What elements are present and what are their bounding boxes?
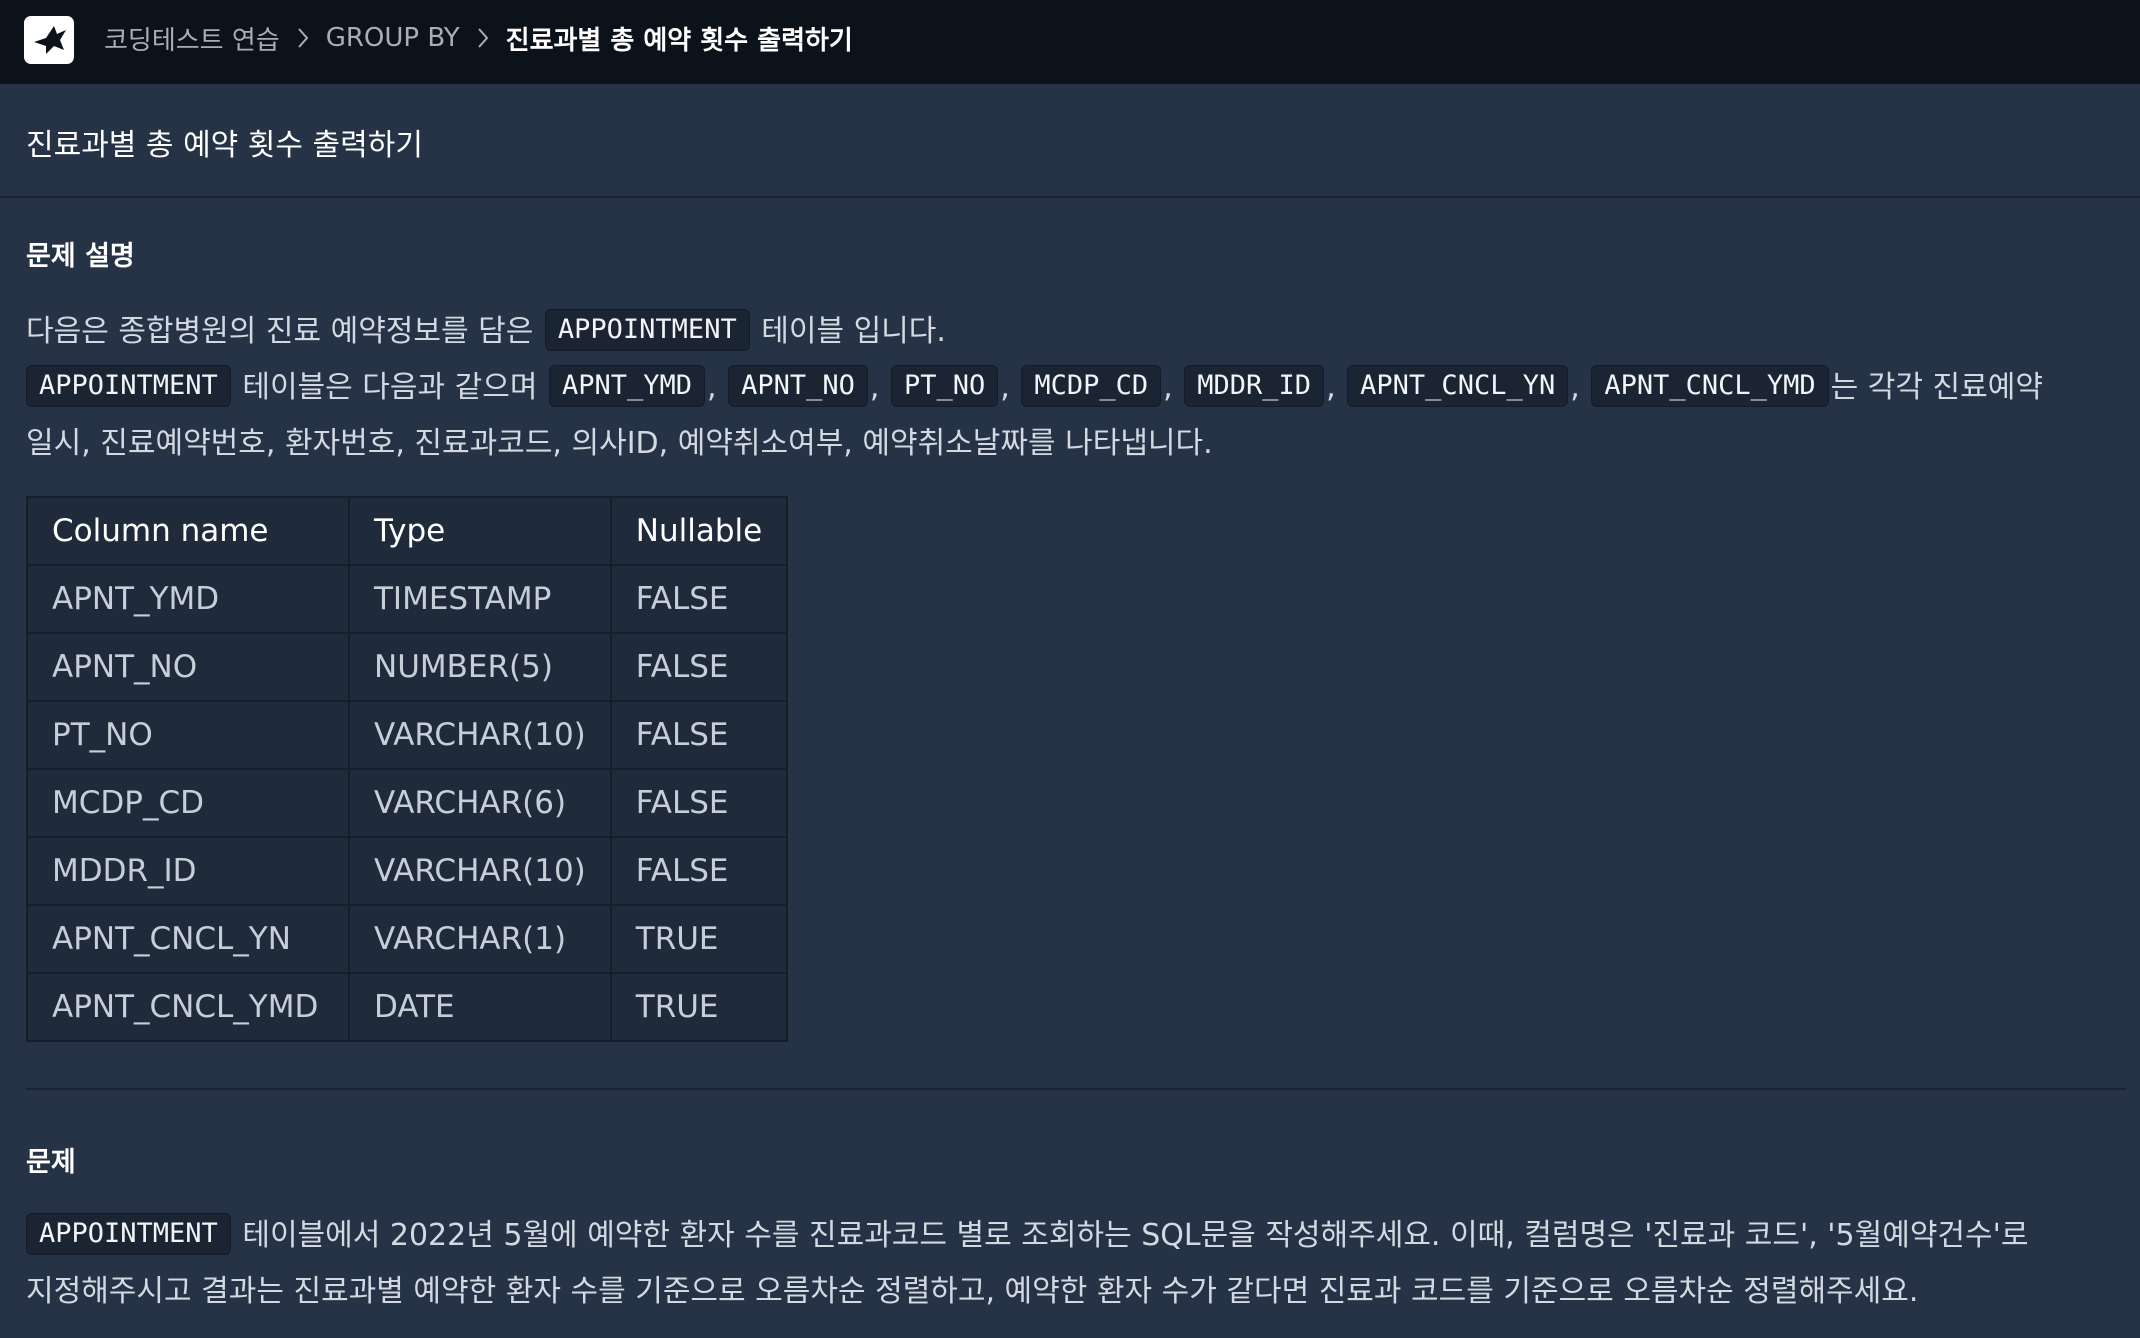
description-line-2: APPOINTMENT 테이블은 다음과 같으며 APNT_YMD, APNT_… [26,360,2043,416]
table-name-code: APPOINTMENT [26,364,231,407]
header-column-name: Column name [26,496,350,566]
table-name-code: APPOINTMENT [544,308,750,351]
table-row: MCDP_CD VARCHAR(6) FALSE [26,768,789,838]
cell-type: NUMBER(5) [348,632,612,702]
description-line-3: 일시, 진료예약번호, 환자번호, 진료과코드, 의사ID, 예약취소여부, 예… [26,426,1213,461]
cell-nullable: FALSE [609,564,789,634]
table-name-code: APPOINTMENT [26,1212,231,1255]
column-code: APNT_YMD [548,364,706,407]
header-type: Type [348,496,612,566]
chevron-right-icon [476,27,490,49]
comma: , [1326,370,1336,405]
description-text: 테이블 입니다. [751,314,946,349]
column-code: MCDP_CD [1021,364,1162,407]
cell-column-name: APNT_NO [26,632,350,702]
table-header-row: Column name Type Nullable [26,496,789,566]
comma: , [1570,370,1580,405]
breadcrumb-item-coding-test[interactable]: 코딩테스트 연습 [104,20,280,57]
table-row: PT_NO VARCHAR(10) FALSE [26,700,789,770]
cell-nullable: TRUE [609,972,789,1042]
description-heading: 문제 설명 [26,241,135,272]
cell-nullable: FALSE [609,836,789,906]
cell-column-name: PT_NO [26,700,350,770]
description-line-1: 다음은 종합병원의 진료 예약정보를 담은 APPOINTMENT 테이블 입니… [26,304,946,360]
problem-line-1: APPOINTMENT 테이블에서 2022년 5월에 예약한 환자 수를 진료… [26,1208,2028,1264]
cell-nullable: FALSE [609,632,789,702]
cell-type: TIMESTAMP [348,564,612,634]
programmers-logo-icon[interactable] [24,16,74,64]
table-row: APNT_CNCL_YMD DATE TRUE [26,972,789,1042]
cell-nullable: FALSE [609,768,789,838]
comma: , [869,370,880,405]
cell-type: VARCHAR(10) [348,836,612,906]
description-text: 는 각각 진료예약 [1830,370,2043,405]
table-row: APNT_YMD TIMESTAMP FALSE [26,564,789,634]
chevron-right-icon [296,27,310,49]
problem-heading: 문제 [26,1147,76,1178]
column-code: APNT_NO [728,364,868,407]
breadcrumb: 코딩테스트 연습 GROUP BY 진료과별 총 예약 횟수 출력하기 [104,0,853,76]
cell-column-name: APNT_YMD [26,564,350,634]
top-navigation-bar: 코딩테스트 연습 GROUP BY 진료과별 총 예약 횟수 출력하기 [0,0,2140,84]
problem-line-2: 지정해주시고 결과는 진료과별 예약한 환자 수를 기준으로 오름차순 정렬하고… [26,1274,1919,1309]
page-title: 진료과별 총 예약 횟수 출력하기 [26,128,423,163]
description-text: 다음은 종합병원의 진료 예약정보를 담은 [26,314,543,349]
description-text: 테이블은 다음과 같으며 [232,370,547,405]
column-code: APNT_CNCL_YMD [1591,364,1829,407]
cell-column-name: MDDR_ID [26,836,350,906]
problem-title-bar: 진료과별 총 예약 횟수 출력하기 [0,84,2140,198]
cell-column-name: MCDP_CD [26,768,350,838]
cell-type: VARCHAR(10) [348,700,612,770]
cell-column-name: APNT_CNCL_YN [26,904,350,974]
header-nullable: Nullable [609,496,789,566]
cell-type: VARCHAR(6) [348,768,612,838]
cell-type: DATE [348,972,612,1042]
problem-text: 테이블에서 2022년 5월에 예약한 환자 수를 진료과코드 별로 조회하는 … [232,1218,2029,1253]
comma: , [707,370,717,405]
cell-column-name: APNT_CNCL_YMD [26,972,350,1042]
section-divider [26,1088,2126,1090]
comma: , [1163,370,1173,405]
cell-nullable: FALSE [609,700,789,770]
table-row: APNT_NO NUMBER(5) FALSE [26,632,789,702]
column-code: APNT_CNCL_YN [1347,364,1569,407]
column-code: PT_NO [891,364,999,407]
column-code: MDDR_ID [1184,364,1325,407]
table-row: MDDR_ID VARCHAR(10) FALSE [26,836,789,906]
breadcrumb-item-group-by[interactable]: GROUP BY [326,23,460,53]
breadcrumb-item-current: 진료과별 총 예약 횟수 출력하기 [505,25,853,56]
schema-table: Column name Type Nullable APNT_YMD TIMES… [26,496,789,1042]
cell-type: VARCHAR(1) [348,904,612,974]
cell-nullable: TRUE [609,904,789,974]
comma: , [1000,370,1010,405]
table-row: APNT_CNCL_YN VARCHAR(1) TRUE [26,904,789,974]
